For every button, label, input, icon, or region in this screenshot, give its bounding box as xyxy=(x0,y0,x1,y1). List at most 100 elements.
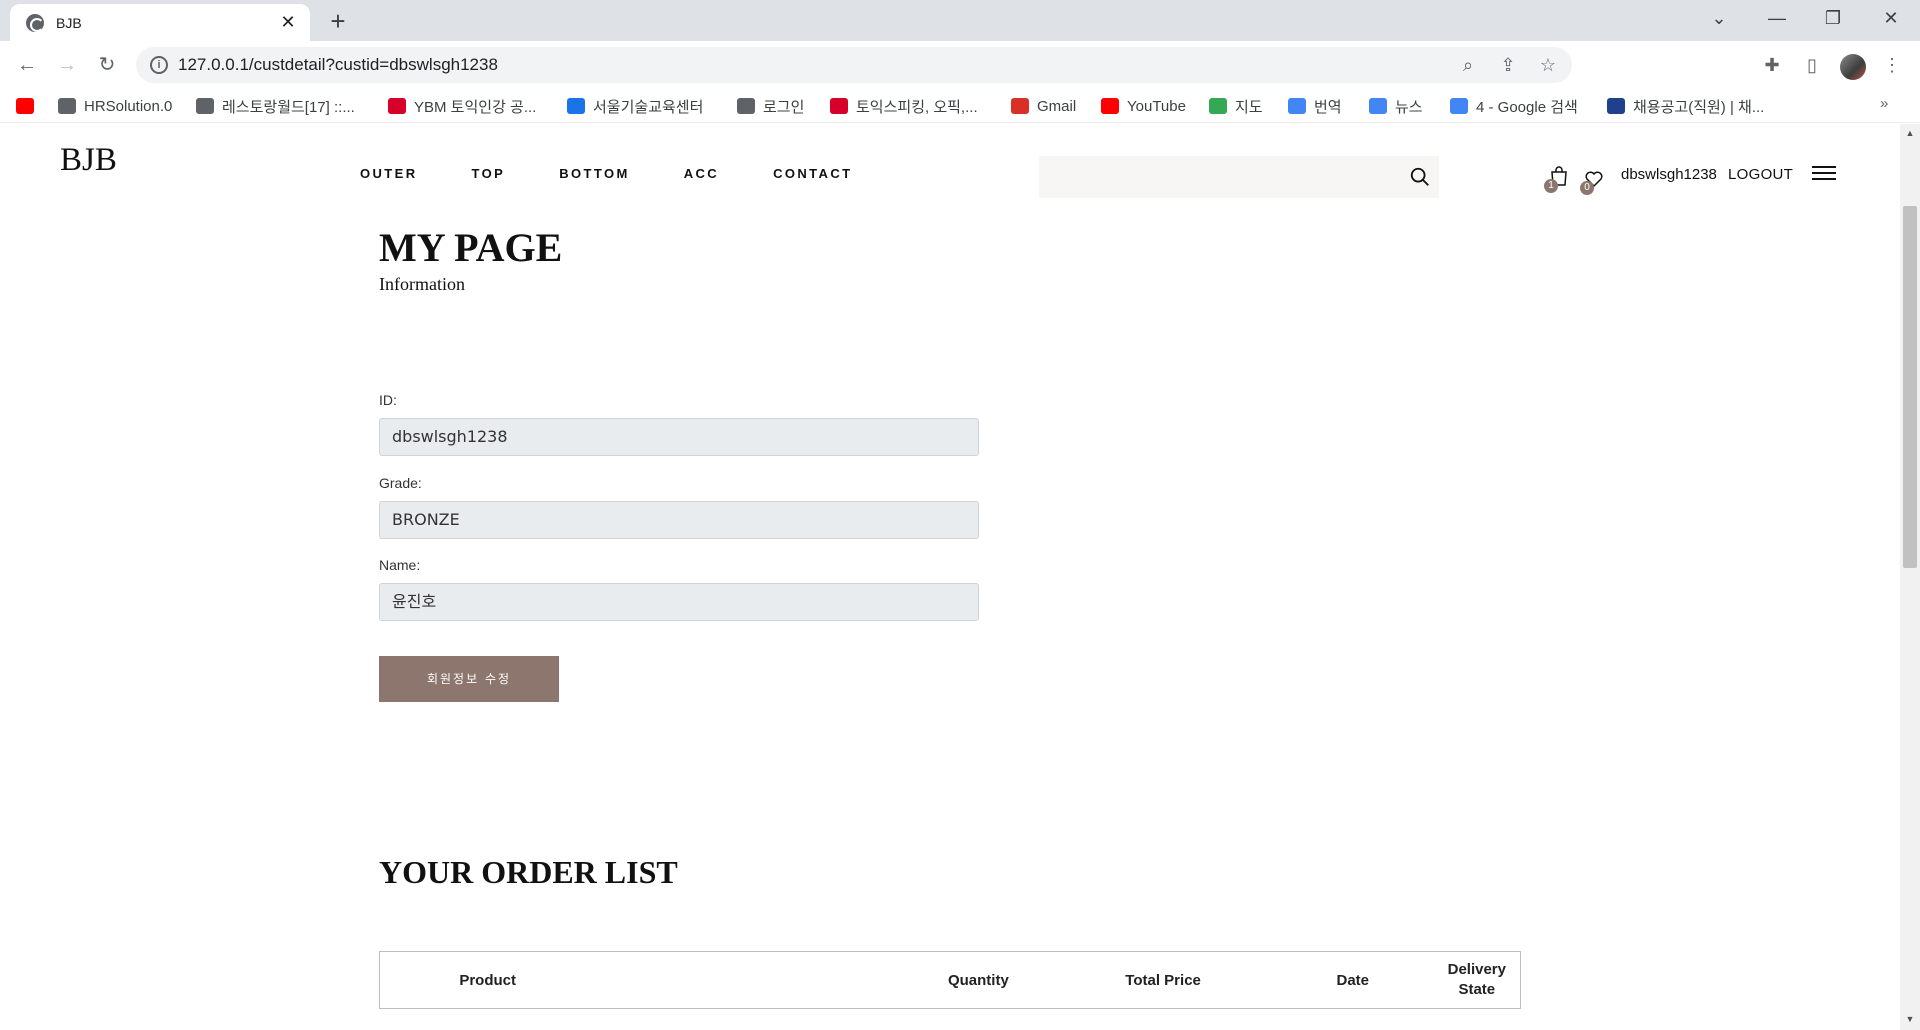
menu-dots-icon[interactable]: ⋮ xyxy=(1880,53,1904,77)
bookmark-label: YBM 토익인강 공... xyxy=(414,98,537,116)
bookmark-label: 채용공고(직원) | 채... xyxy=(1633,98,1765,116)
main-nav: OUTER TOP BOTTOM ACC CONTACT xyxy=(360,166,906,181)
nav-item-bottom[interactable]: BOTTOM xyxy=(559,166,630,181)
page-scrollbar[interactable]: ▲ ▼ xyxy=(1900,124,1920,1030)
column-header-product: Product xyxy=(459,971,516,989)
nav-item-contact[interactable]: CONTACT xyxy=(773,166,852,181)
extensions-icon[interactable]: ✚ xyxy=(1760,53,1784,77)
bookmark-label: YouTube xyxy=(1127,97,1186,115)
bookmark-item[interactable]: YouTube xyxy=(1101,95,1186,117)
bookmark-item[interactable]: 토익스피킹, 오픽,... xyxy=(830,95,978,117)
minimize-button[interactable]: — xyxy=(1748,0,1806,37)
name-label: Name: xyxy=(379,557,421,573)
column-header-date: Date xyxy=(1336,971,1370,989)
nav-item-top[interactable]: TOP xyxy=(472,166,506,181)
username-label[interactable]: dbswlsgh1238 xyxy=(1621,166,1717,183)
new-tab-button[interactable]: + xyxy=(322,6,354,38)
bookmark-label: HRSolution.0 xyxy=(84,97,173,115)
bookmark-item[interactable] xyxy=(16,95,42,117)
order-list-title: YOUR ORDER LIST xyxy=(379,854,678,890)
site-logo[interactable]: BJB xyxy=(60,142,117,179)
bookmarks-bar: HRSolution.0 레스토랑월드[17] ::... YBM 토익인강 공..… xyxy=(0,89,1920,123)
scrollbar-thumb[interactable] xyxy=(1903,206,1917,568)
back-button[interactable]: ← xyxy=(11,49,43,81)
nav-item-acc[interactable]: ACC xyxy=(684,166,719,181)
globe-icon xyxy=(26,13,44,32)
bookmark-label: 레스토랑월드[17] ::... xyxy=(222,98,355,116)
scroll-up-arrow-icon[interactable]: ▲ xyxy=(1904,128,1916,138)
profile-avatar[interactable] xyxy=(1840,54,1866,80)
forward-button[interactable]: → xyxy=(51,49,83,81)
bookmark-item[interactable]: Gmail xyxy=(1011,95,1076,117)
edit-member-info-button[interactable]: 회원정보 수정 xyxy=(379,656,559,702)
id-field[interactable]: dbswlsgh1238 xyxy=(379,418,979,456)
bookmark-label: 번역 xyxy=(1314,98,1342,116)
tab-title: BJB xyxy=(56,14,82,31)
browser-toolbar: ← → ↻ i 127.0.0.1/custdetail?custid=dbsw… xyxy=(0,41,1920,89)
news-icon xyxy=(1369,98,1387,114)
bookmark-item[interactable]: 레스토랑월드[17] ::... xyxy=(196,95,355,117)
side-panel-icon[interactable]: ▯ xyxy=(1800,53,1824,77)
bookmark-label: 토익스피킹, 오픽,... xyxy=(856,98,978,116)
bookmark-label: Gmail xyxy=(1037,97,1077,115)
ybm-icon xyxy=(388,98,406,114)
grade-label: Grade: xyxy=(379,475,422,491)
tab-search-icon[interactable]: ⌄ xyxy=(1690,0,1748,37)
scroll-down-arrow-icon[interactable]: ▼ xyxy=(1904,1014,1916,1024)
share-icon[interactable]: ⇪ xyxy=(1498,55,1518,75)
close-tab-icon[interactable]: ✕ xyxy=(278,12,298,33)
bookmark-item[interactable]: 4 - Google 검색 xyxy=(1450,95,1578,117)
nav-item-outer[interactable]: OUTER xyxy=(360,166,418,181)
browser-tab[interactable]: BJB ✕ xyxy=(10,4,310,41)
bookmark-label: 4 - Google 검색 xyxy=(1476,98,1578,116)
bookmarks-overflow-button[interactable]: » xyxy=(1880,95,1888,112)
browser-tabstrip: BJB ✕ + ⌄ — ❐ ✕ xyxy=(0,0,1920,41)
column-header-quantity: Quantity xyxy=(947,971,1009,989)
hamburger-menu-icon[interactable] xyxy=(1812,166,1836,182)
bookmark-label: 지도 xyxy=(1235,98,1263,116)
site-info-icon[interactable]: i xyxy=(150,56,168,74)
maps-icon xyxy=(1209,98,1227,114)
globe-icon xyxy=(58,98,76,114)
site-header: BJB OUTER TOP BOTTOM ACC CONTACT 1 0 dbs… xyxy=(0,124,1900,214)
bookmark-label: 서울기술교육센터 xyxy=(593,98,704,116)
bookmark-label: 뉴스 xyxy=(1395,98,1423,116)
bookmark-item[interactable]: 서울기술교육센터 xyxy=(567,95,703,117)
gmail-icon xyxy=(1011,98,1029,114)
youtube-icon xyxy=(16,98,34,114)
search-icon[interactable] xyxy=(1409,166,1431,188)
column-header-delivery-state: Delivery State xyxy=(1447,961,1506,998)
youtube-icon xyxy=(1101,98,1119,114)
bookmark-item[interactable]: 뉴스 xyxy=(1369,95,1423,117)
cart-count-badge: 1 xyxy=(1544,179,1558,193)
search-input[interactable] xyxy=(1039,156,1439,198)
reload-button[interactable]: ↻ xyxy=(91,49,123,81)
zoom-icon[interactable]: ⌕ xyxy=(1458,55,1478,75)
translate-icon xyxy=(1288,98,1306,114)
logout-link[interactable]: LOGOUT xyxy=(1728,166,1793,183)
window-close-button[interactable]: ✕ xyxy=(1862,0,1920,37)
restore-button[interactable]: ❐ xyxy=(1804,0,1862,37)
bookmark-item[interactable]: 번역 xyxy=(1288,95,1342,117)
order-table: Product Quantity Total Price Date Delive… xyxy=(379,951,1521,1009)
name-field[interactable]: 윤진호 xyxy=(379,583,979,621)
spacer-cell xyxy=(380,952,460,1009)
grade-field[interactable]: BRONZE xyxy=(379,501,979,539)
bookmark-item[interactable]: 로그인 xyxy=(737,95,804,117)
bookmark-item[interactable]: 채용공고(직원) | 채... xyxy=(1607,95,1764,117)
page-viewport: BJB OUTER TOP BOTTOM ACC CONTACT 1 0 dbs… xyxy=(0,124,1900,1030)
bookmark-item[interactable]: HRSolution.0 xyxy=(58,95,172,117)
emblem-icon xyxy=(1607,98,1625,114)
bookmark-item[interactable]: 지도 xyxy=(1209,95,1263,117)
bookmark-label: 로그인 xyxy=(763,98,805,116)
bookmark-star-icon[interactable]: ☆ xyxy=(1538,55,1558,75)
puzzle-logo-icon xyxy=(567,98,585,114)
page-subtitle: Information xyxy=(379,274,465,294)
id-label: ID: xyxy=(379,392,397,408)
address-bar[interactable]: i 127.0.0.1/custdetail?custid=dbswlsgh12… xyxy=(136,47,1572,83)
column-header-total-price: Total Price xyxy=(1125,971,1201,989)
bookmark-item[interactable]: YBM 토익인강 공... xyxy=(388,95,536,117)
globe-icon xyxy=(737,98,755,114)
page-title: MY PAGE xyxy=(379,225,563,270)
url-text[interactable]: 127.0.0.1/custdetail?custid=dbswlsgh1238 xyxy=(178,55,498,75)
